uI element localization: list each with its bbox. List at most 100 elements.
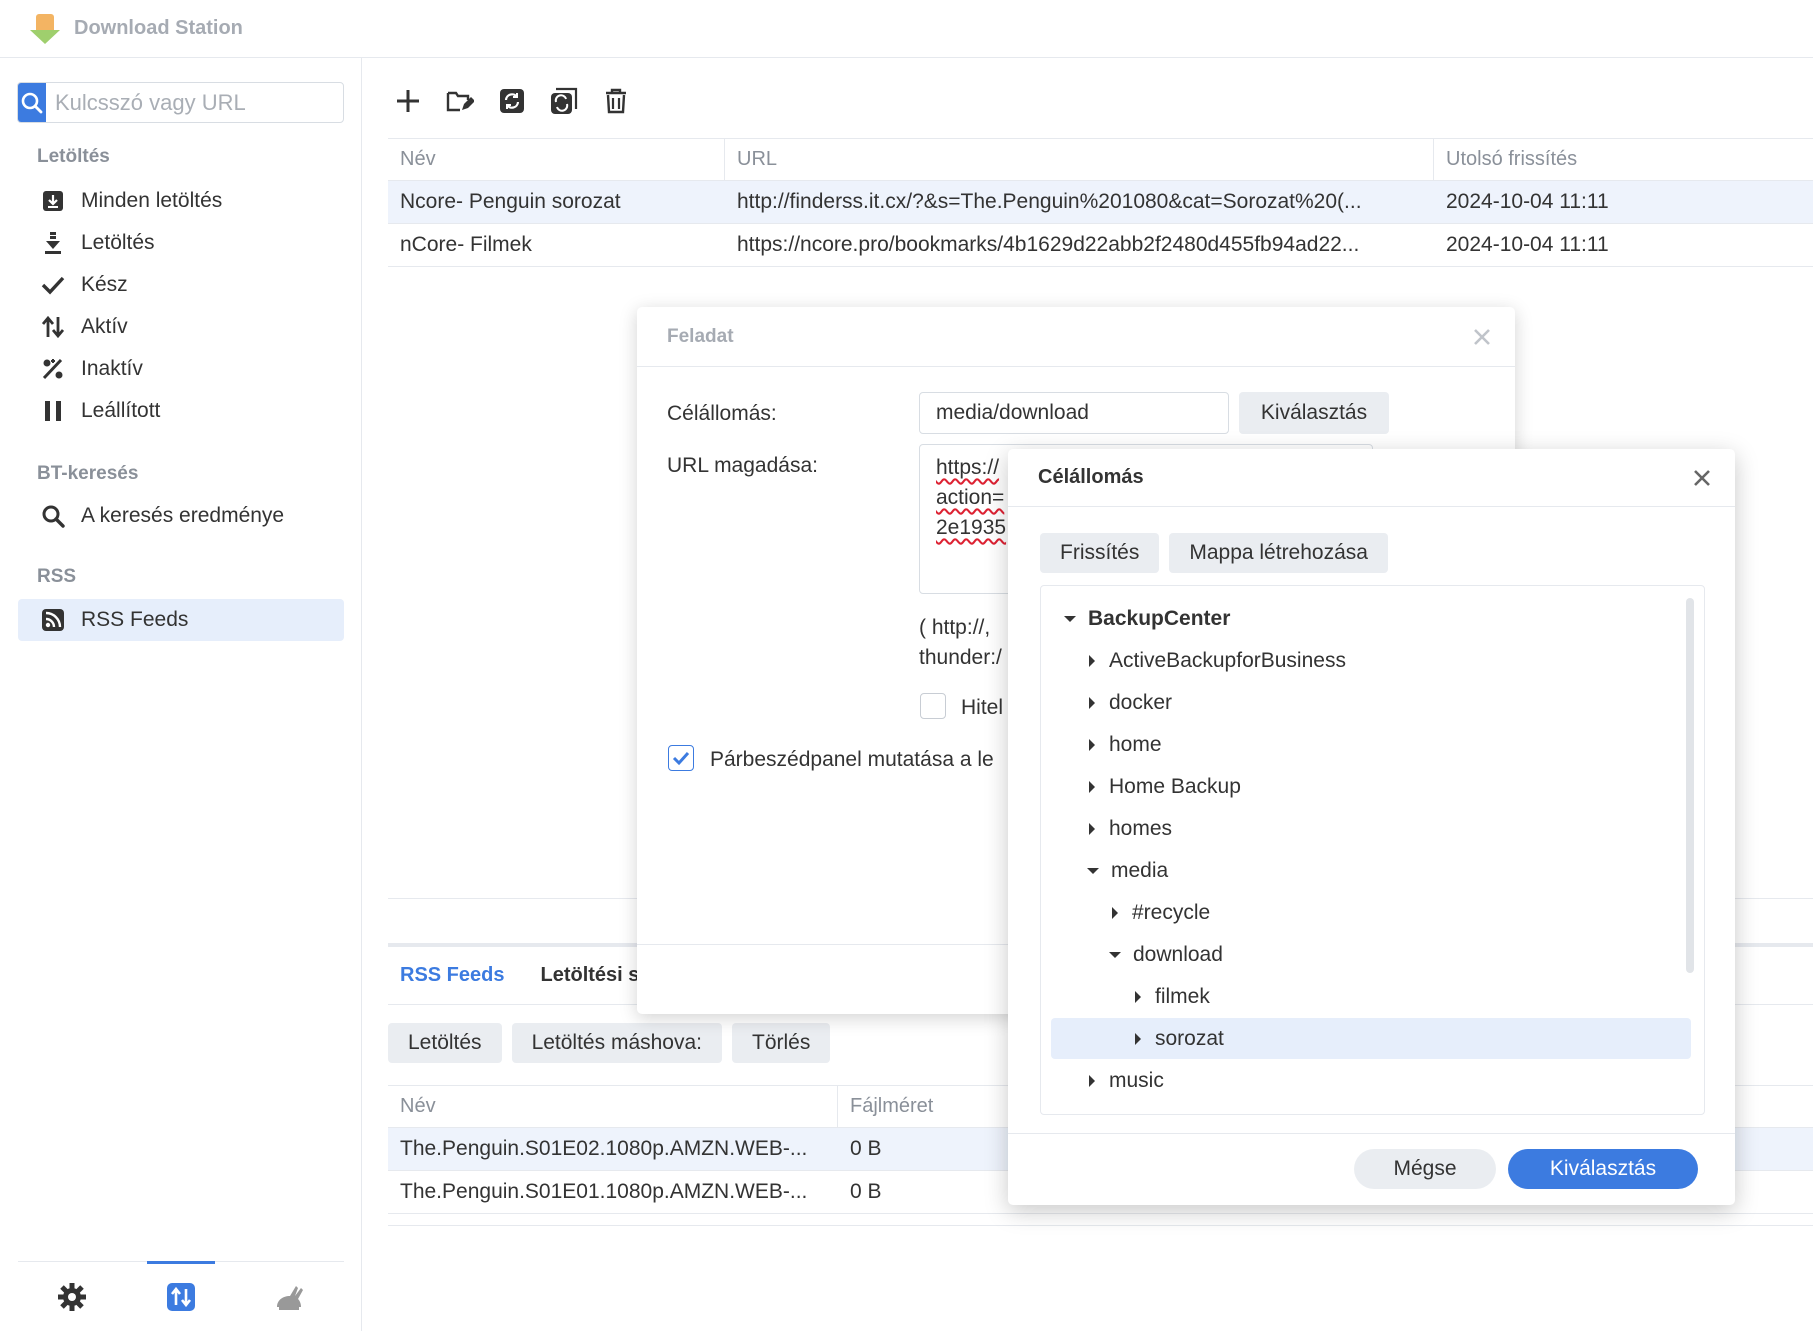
sidebar-item-stopped[interactable]: Leállított — [18, 390, 344, 432]
tab-emule[interactable] — [235, 1262, 344, 1331]
tree-item-label: homes — [1109, 816, 1173, 840]
tree-item-docker[interactable]: docker — [1051, 682, 1691, 723]
tree-scrollbar[interactable] — [1686, 598, 1694, 973]
tree-item-backupcenter[interactable]: BackupCenter — [1051, 598, 1691, 639]
url-hint: ( http://, thunder:/ — [919, 613, 1002, 673]
edit-button[interactable] — [445, 86, 475, 116]
cancel-button[interactable]: Mégse — [1354, 1149, 1496, 1189]
show-dialog-checkbox[interactable] — [668, 745, 694, 771]
delete-item-button[interactable]: Törlés — [732, 1023, 831, 1063]
sidebar-item-label: Minden letöltés — [81, 189, 223, 212]
url-label: URL magadása: — [667, 454, 818, 477]
tree-item-label: music — [1109, 1068, 1164, 1092]
feed-updated: 2024-10-04 11:11 — [1446, 190, 1609, 213]
chevron-right-icon[interactable] — [1135, 990, 1141, 1003]
feed-url: https://ncore.pro/bookmarks/4b1629d22abb… — [737, 233, 1360, 256]
chevron-right-icon[interactable] — [1089, 696, 1095, 709]
chevron-right-icon[interactable] — [1112, 906, 1118, 919]
refresh-icon — [500, 89, 524, 113]
tree-item-home[interactable]: home — [1051, 724, 1691, 765]
delete-button[interactable] — [601, 86, 631, 116]
sidebar-item-label: Letöltés — [81, 231, 155, 254]
task-dialog-title: Feladat — [667, 325, 734, 347]
tab-download-settings[interactable]: Letöltési s — [540, 964, 639, 987]
table-row[interactable]: nCore- Filmek https://ncore.pro/bookmark… — [388, 224, 1813, 267]
tree-item-label: docker — [1109, 690, 1173, 714]
chevron-right-icon[interactable] — [1135, 1032, 1141, 1045]
sidebar-item-downloading[interactable]: Letöltés — [18, 222, 344, 264]
feed-updated: 2024-10-04 11:11 — [1446, 233, 1609, 256]
table-row[interactable]: Ncore- Penguin sorozat http://finderss.i… — [388, 181, 1813, 224]
chevron-down-icon[interactable] — [1087, 867, 1099, 874]
chevron-right-icon[interactable] — [1089, 738, 1095, 751]
tree-item-activebackupforbusiness[interactable]: ActiveBackupforBusiness — [1051, 640, 1691, 681]
refresh-all-button[interactable] — [549, 86, 579, 116]
chevron-down-icon[interactable] — [1109, 951, 1121, 958]
folder-tree: BackupCenter ActiveBackupforBusiness doc… — [1040, 585, 1705, 1115]
sidebar-item-inactive[interactable]: Inaktív — [18, 348, 344, 390]
select-destination-button[interactable]: Kiválasztás — [1239, 392, 1389, 434]
create-folder-button[interactable]: Mappa létrehozása — [1169, 533, 1388, 573]
tree-item-label: ActiveBackupforBusiness — [1109, 648, 1346, 672]
sidebar-item-search-results[interactable]: A keresés eredménye — [18, 495, 344, 537]
destination-label: Célállomás: — [667, 402, 777, 425]
confirm-select-button[interactable]: Kiválasztás — [1508, 1149, 1698, 1189]
destination-dialog-header: Célállomás — [1008, 449, 1735, 507]
tree-item-homes[interactable]: homes — [1051, 808, 1691, 849]
rss-icon — [40, 607, 66, 633]
sidebar: Letöltés Minden letöltés Letöltés Kész A… — [0, 58, 362, 1331]
sidebar-item-label: Aktív — [81, 315, 128, 338]
refresh-button[interactable] — [497, 86, 527, 116]
column-header-url[interactable]: URL — [725, 139, 1434, 180]
item-name: The.Penguin.S01E02.1080p.AMZN.WEB-... — [400, 1137, 808, 1160]
auth-checkbox[interactable] — [920, 693, 946, 719]
chevron-right-icon[interactable] — [1089, 780, 1095, 793]
tree-item-media[interactable]: media — [1051, 850, 1691, 891]
download-button[interactable]: Letöltés — [388, 1023, 502, 1063]
tree-item-filmek[interactable]: filmek — [1051, 976, 1691, 1017]
destination-dialog: Célállomás Frissítés Mappa létrehozása B… — [1008, 449, 1735, 1205]
column-header-name[interactable]: Név — [388, 139, 725, 180]
sidebar-item-all-downloads[interactable]: Minden letöltés — [18, 180, 344, 222]
close-icon[interactable] — [1691, 467, 1713, 489]
chevron-right-icon[interactable] — [1089, 1074, 1095, 1087]
divider — [1008, 1133, 1735, 1134]
feed-url: http://finderss.it.cx/?&s=The.Penguin%20… — [737, 190, 1362, 213]
search-button[interactable] — [18, 83, 46, 122]
show-dialog-label: Párbeszédpanel mutatása a le — [710, 748, 994, 771]
tree-item-label: Home Backup — [1109, 774, 1241, 798]
column-header-name[interactable]: Név — [388, 1086, 838, 1127]
tree-item-home-backup[interactable]: Home Backup — [1051, 766, 1691, 807]
sidebar-item-finished[interactable]: Kész — [18, 264, 344, 306]
chevron-right-icon[interactable] — [1089, 822, 1095, 835]
download-box-icon — [40, 188, 66, 214]
sidebar-item-active[interactable]: Aktív — [18, 306, 344, 348]
refresh-folders-button[interactable]: Frissítés — [1040, 533, 1160, 573]
tree-item-recycle[interactable]: #recycle — [1051, 892, 1691, 933]
tree-item-label: #recycle — [1132, 900, 1211, 924]
tab-transfers[interactable] — [127, 1261, 236, 1331]
search-input[interactable] — [46, 83, 343, 122]
tree-item-music[interactable]: music — [1051, 1060, 1691, 1101]
chevron-down-icon[interactable] — [1064, 615, 1076, 622]
tab-rss-feeds[interactable]: RSS Feeds — [400, 964, 504, 987]
chevron-right-icon[interactable] — [1089, 654, 1095, 667]
settings-button[interactable] — [18, 1262, 127, 1331]
folder-edit-icon — [446, 91, 474, 112]
add-button[interactable] — [393, 86, 423, 116]
divider — [388, 1225, 1813, 1226]
tree-item-download[interactable]: download — [1051, 934, 1691, 975]
sidebar-item-rss-feeds[interactable]: RSS Feeds — [18, 599, 344, 641]
close-icon[interactable] — [1471, 326, 1493, 348]
column-header-updated[interactable]: Utolsó frissítés — [1434, 139, 1813, 180]
tree-item-label: media — [1111, 858, 1169, 882]
download-to-button[interactable]: Letöltés máshova: — [511, 1023, 722, 1063]
tree-item-sorozat[interactable]: sorozat — [1051, 1018, 1691, 1059]
check-icon — [40, 272, 66, 298]
trash-icon — [606, 88, 626, 114]
donkey-icon — [276, 1285, 303, 1310]
sidebar-item-label: RSS Feeds — [81, 608, 189, 631]
hint-line: ( http://, — [919, 616, 991, 639]
destination-field[interactable]: media/download — [919, 392, 1229, 434]
section-rss-title: RSS — [37, 566, 77, 587]
